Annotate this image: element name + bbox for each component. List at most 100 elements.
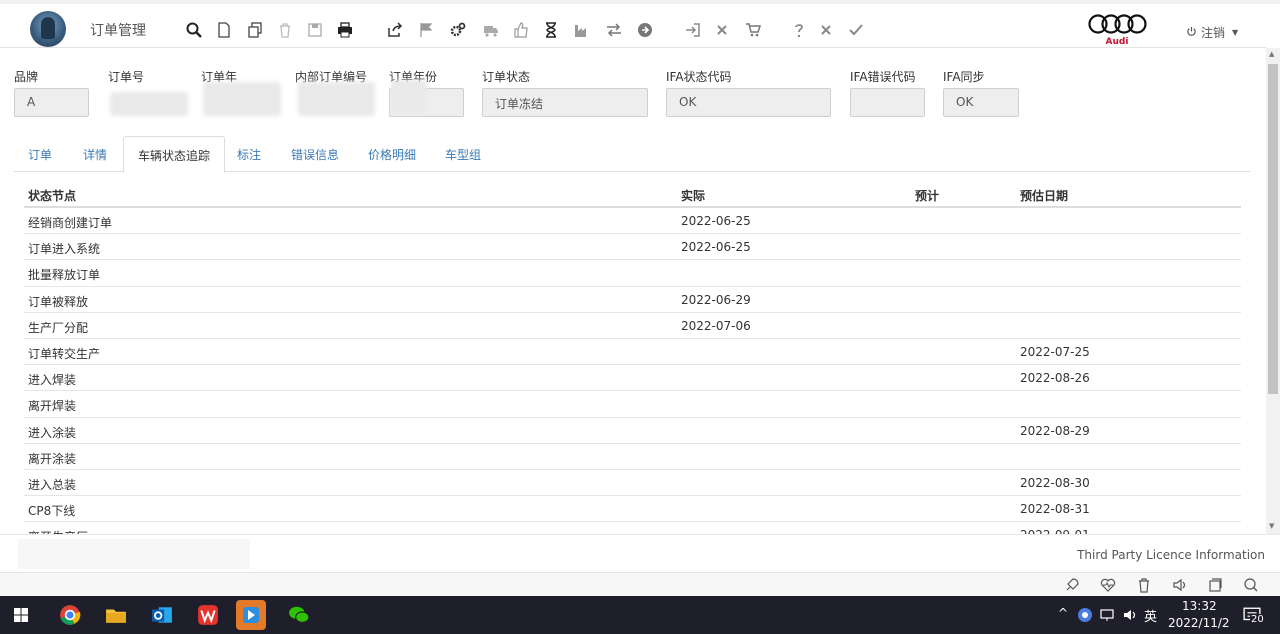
cell-est-date: 2022-08-26 <box>1020 371 1090 386</box>
wps-icon[interactable] <box>193 600 223 630</box>
brand-field[interactable]: A <box>14 88 89 117</box>
file-explorer-icon[interactable] <box>101 600 131 630</box>
table-row[interactable]: 订单转交生产 2022-07-25 <box>24 339 1241 366</box>
new-document-icon[interactable] <box>214 20 234 40</box>
chrome-icon[interactable] <box>55 600 85 630</box>
zoom-search-icon[interactable] <box>1243 577 1259 593</box>
header-node[interactable]: 状态节点 <box>28 187 76 204</box>
licence-link[interactable]: Third Party Licence Information <box>1077 548 1265 562</box>
table-row[interactable]: 订单被释放 2022-06-29 <box>24 287 1241 313</box>
copy-icon[interactable] <box>245 20 265 40</box>
outlook-icon[interactable] <box>147 600 177 630</box>
table-row[interactable]: 离开生产厂2022-09-01 <box>24 522 1241 534</box>
window-icon[interactable] <box>1207 577 1223 593</box>
tray-expand-icon[interactable]: ^ <box>1058 606 1068 620</box>
truck-icon[interactable] <box>481 20 501 40</box>
close-icon[interactable] <box>712 20 732 40</box>
thumbs-up-icon[interactable] <box>511 20 531 40</box>
windows-start-icon[interactable] <box>6 600 36 630</box>
settings-icon[interactable] <box>448 20 468 40</box>
clock-time[interactable]: 13:32 <box>1182 599 1217 613</box>
cell-node: 批量释放订单 <box>28 268 101 283</box>
cell-node: 进入焊装 <box>28 373 77 388</box>
cell-node: 订单进入系统 <box>28 242 101 257</box>
ifa-status-field[interactable]: OK <box>666 88 831 117</box>
ifa-error-field[interactable] <box>850 88 925 117</box>
next-icon[interactable] <box>635 20 655 40</box>
header-est-date[interactable]: 预估日期 <box>1020 187 1068 204</box>
vertical-scrollbar[interactable]: ▲ ▼ <box>1266 48 1280 534</box>
delete-icon[interactable] <box>275 20 295 40</box>
swap-icon[interactable] <box>604 20 624 40</box>
tab-model-group[interactable]: 车型组 <box>431 136 495 172</box>
cell-node: 订单转交生产 <box>28 346 101 361</box>
flag-icon[interactable] <box>416 20 436 40</box>
audi-wordmark: Audi <box>1105 37 1129 47</box>
status-table: 状态节点 实际 预计 预估日期 经销商创建订单 2022-06-25 订单进入系统 2… <box>24 180 1241 534</box>
tab-errors[interactable]: 错误信息 <box>277 136 353 172</box>
status-field[interactable]: 订单冻结 <box>482 88 648 117</box>
scroll-up-icon[interactable]: ▲ <box>1269 50 1277 58</box>
table-row[interactable]: 进入涂装 2022-08-29 <box>24 418 1241 444</box>
table-row[interactable]: 进入总装 2022-08-30 <box>24 470 1241 497</box>
check-icon[interactable] <box>846 20 866 40</box>
active-app-icon[interactable] <box>236 600 266 630</box>
cell-node: 经销商创建订单 <box>28 216 113 230</box>
logout-button[interactable]: 注销 ▼ <box>1186 24 1238 41</box>
factory-icon[interactable] <box>572 20 592 40</box>
rocket-icon[interactable] <box>1064 577 1080 593</box>
ifa-status-label: IFA状态代码 <box>666 70 732 84</box>
network-icon[interactable] <box>1097 600 1119 630</box>
table-row[interactable]: 经销商创建订单 2022-06-25 <box>24 208 1241 235</box>
tab-annotation[interactable]: 标注 <box>223 136 275 172</box>
table-row[interactable]: CP8下线 2022-08-31 <box>24 496 1241 523</box>
header-actual[interactable]: 实际 <box>681 187 705 204</box>
avatar[interactable] <box>30 11 66 47</box>
tab-price-details[interactable]: 价格明细 <box>354 136 430 172</box>
page-title: 订单管理 <box>90 23 146 39</box>
table-header: 状态节点 实际 预计 预估日期 <box>24 180 1241 208</box>
share-icon[interactable] <box>385 20 405 40</box>
health-icon[interactable] <box>1100 577 1116 593</box>
ifa-sync-field[interactable]: OK <box>943 88 1019 117</box>
volume-icon[interactable] <box>1172 577 1188 593</box>
save-icon[interactable] <box>305 20 325 40</box>
clock-date[interactable]: 2022/11/2 <box>1168 616 1230 630</box>
hourglass-icon[interactable] <box>541 20 561 40</box>
table-row[interactable]: 离开涂装 <box>24 444 1241 470</box>
tray-app-icon[interactable] <box>1074 600 1096 630</box>
order-year-field-redacted[interactable] <box>203 82 281 116</box>
cell-est-date: 2022-08-30 <box>1020 475 1090 490</box>
windows-taskbar: ^ 英 13:32 2022/11/2 20 <box>0 596 1280 634</box>
internal-no-field-redacted[interactable] <box>298 82 375 116</box>
table-row[interactable]: 批量释放订单 <box>24 260 1241 287</box>
table-row[interactable]: 订单进入系统 2022-06-25 <box>24 234 1241 261</box>
brand-label: 品牌 <box>14 70 39 84</box>
table-row[interactable]: 离开焊装 <box>24 391 1241 418</box>
tab-bar: 订单 详情 车辆状态追踪 标注 错误信息 价格明细 车型组 <box>14 136 1250 173</box>
status-label: 订单状态 <box>482 70 531 84</box>
header-estimated[interactable]: 预计 <box>915 187 939 204</box>
ime-language[interactable]: 英 <box>1144 606 1157 625</box>
print-icon[interactable] <box>335 20 355 40</box>
trash-icon[interactable] <box>1136 577 1152 593</box>
year-field-redacted <box>391 80 427 114</box>
speaker-icon[interactable] <box>1119 600 1141 630</box>
login-icon[interactable] <box>683 20 703 40</box>
tab-order[interactable]: 订单 <box>14 136 66 172</box>
search-icon[interactable] <box>184 20 204 40</box>
cell-actual: 2022-06-25 <box>681 240 751 255</box>
order-no-field-redacted[interactable] <box>110 92 188 116</box>
cart-icon[interactable] <box>743 20 763 40</box>
cell-actual: 2022-06-29 <box>681 292 751 307</box>
wechat-icon[interactable] <box>284 600 314 630</box>
table-row[interactable]: 生产厂分配 2022-07-06 <box>24 313 1241 339</box>
cell-est-date: 2022-07-25 <box>1020 344 1090 359</box>
tab-details[interactable]: 详情 <box>69 136 121 172</box>
cancel-icon[interactable] <box>816 20 836 40</box>
tab-vehicle-status[interactable]: 车辆状态追踪 <box>123 136 226 173</box>
help-icon[interactable] <box>789 20 809 40</box>
scroll-down-icon[interactable]: ▼ <box>1269 522 1277 530</box>
scrollbar-thumb[interactable] <box>1268 64 1278 394</box>
table-row[interactable]: 进入焊装 2022-08-26 <box>24 365 1241 392</box>
